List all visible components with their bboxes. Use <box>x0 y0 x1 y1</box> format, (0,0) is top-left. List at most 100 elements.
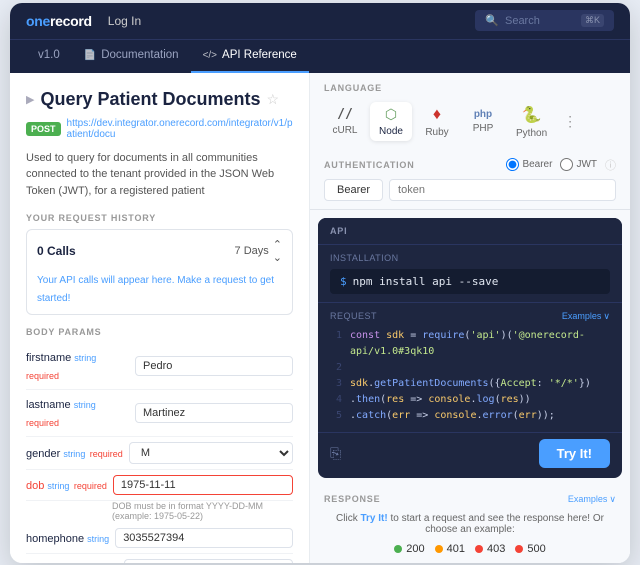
page-description: Used to query for documents in all commu… <box>26 150 293 200</box>
code-panel-header: API <box>318 218 622 245</box>
method-url-row: POST https://dev.integrator.onerecord.co… <box>26 118 293 140</box>
auth-input-row: Bearer <box>324 179 616 201</box>
chevron-down-icon: ∨ <box>603 311 610 322</box>
history-empty-text: Your API calls will appear here. Make a … <box>37 275 274 304</box>
more-langs-icon[interactable]: ⋮ <box>563 113 577 130</box>
calls-count: 0 Calls <box>37 244 76 258</box>
body-params-label: BODY PARAMS <box>26 327 293 337</box>
keyboard-hint: ⌘K <box>581 14 604 27</box>
prompt-icon: $ <box>340 275 347 288</box>
request-history: 0 Calls 7 Days ⌃⌄ Your API calls will ap… <box>26 229 293 315</box>
param-row-dob-wrapper: dob string required DOB must be in forma… <box>26 470 293 521</box>
installation-section: INSTALLATION $ npm install api --save <box>318 245 622 303</box>
install-cmd-text: npm install api --save <box>353 275 499 288</box>
nav-api[interactable]: </> API Reference <box>191 39 309 73</box>
code-footer: ⎘ Try It! <box>318 432 622 474</box>
param-row-lastname: lastname string required <box>26 390 293 437</box>
response-section: RESPONSE Examples ∨ Click Try It! to sta… <box>310 486 630 563</box>
logo: onerecord <box>26 13 92 29</box>
history-header: 0 Calls 7 Days ⌃⌄ <box>37 238 282 264</box>
search-icon: 🔍 <box>485 14 499 27</box>
version-badge: v1.0 <box>26 39 72 73</box>
status-dot-500 <box>515 545 523 553</box>
favorite-icon[interactable]: ☆ <box>267 91 280 108</box>
param-input-streetaddress[interactable] <box>124 559 293 563</box>
lang-tab-curl[interactable]: // cURL <box>324 103 366 140</box>
param-input-dob[interactable] <box>113 475 293 495</box>
nav-docs[interactable]: 📄 Documentation <box>72 39 191 73</box>
response-label: RESPONSE <box>324 494 380 504</box>
status-badge-500[interactable]: 500 <box>515 543 545 555</box>
status-badge-403[interactable]: 403 <box>475 543 505 555</box>
param-row-dob: dob string required <box>26 470 293 501</box>
lang-tab-ruby[interactable]: ♦ Ruby <box>416 102 458 142</box>
copy-button[interactable]: ⎘ <box>330 445 341 462</box>
auth-label: AUTHENTICATION <box>324 160 415 170</box>
param-row-streetaddress: streetaddress string <box>26 554 293 563</box>
response-examples-link[interactable]: Examples ∨ <box>568 494 616 505</box>
try-it-button[interactable]: Try It! <box>539 439 610 468</box>
status-dot-200 <box>394 545 402 553</box>
status-badges: 200 401 403 500 <box>324 543 616 555</box>
endpoint-url: https://dev.integrator.onerecord.com/int… <box>67 118 293 140</box>
param-row-gender: gender string required M F <box>26 437 293 470</box>
top-navbar: onerecord Log In 🔍 ⌘K <box>10 3 630 39</box>
param-select-gender[interactable]: M F <box>129 442 293 464</box>
auth-jwt-radio[interactable]: JWT <box>560 158 597 171</box>
api-icon: </> <box>203 50 217 61</box>
response-hint: Click Try It! to start a request and see… <box>324 513 616 535</box>
auth-options: Bearer JWT ⓘ <box>506 157 616 173</box>
ruby-icon: ♦ <box>433 106 441 124</box>
param-row-firstname: firstname string required <box>26 343 293 390</box>
install-command: $ npm install api --save <box>330 269 610 294</box>
request-label: REQUEST <box>330 311 377 321</box>
dob-note: DOB must be in format YYYY-DD-MM(example… <box>112 501 293 521</box>
main-content: ▶ Query Patient Documents ☆ POST https:/… <box>10 73 630 563</box>
param-input-homephone[interactable] <box>115 528 293 548</box>
auth-token-input[interactable] <box>389 179 616 201</box>
status-badge-401[interactable]: 401 <box>435 543 465 555</box>
curl-icon: // <box>337 107 353 122</box>
lang-tab-python[interactable]: 🐍 Python <box>508 101 555 143</box>
chevron-icon: ⌃⌄ <box>273 238 282 264</box>
php-icon: php <box>474 109 492 120</box>
param-input-firstname[interactable] <box>135 356 293 376</box>
expand-icon[interactable]: ▶ <box>26 93 34 106</box>
sub-navbar: v1.0 📄 Documentation </> API Reference <box>10 39 630 73</box>
response-try-link[interactable]: Try It! <box>360 513 387 524</box>
language-tabs: // cURL ⬡ Node ♦ Ruby php PHP <box>324 101 616 143</box>
response-header-row: RESPONSE Examples ∨ <box>324 494 616 505</box>
status-badge-200[interactable]: 200 <box>394 543 424 555</box>
code-line-2: 2 <box>330 360 610 376</box>
param-row-homephone: homephone string <box>26 523 293 554</box>
code-line-3: 3 sdk.getPatientDocuments({Accept: '*/*'… <box>330 376 610 392</box>
status-dot-403 <box>475 545 483 553</box>
node-icon: ⬡ <box>385 106 397 123</box>
language-section: LANGUAGE // cURL ⬡ Node ♦ Ruby <box>310 73 630 151</box>
request-header-row: REQUEST Examples ∨ <box>330 311 610 322</box>
page-title: Query Patient Documents <box>40 89 260 110</box>
auth-info-icon: ⓘ <box>605 157 616 173</box>
install-label: INSTALLATION <box>330 253 610 263</box>
response-chevron-down-icon: ∨ <box>609 494 616 505</box>
python-icon: 🐍 <box>522 105 542 125</box>
method-badge: POST <box>26 122 61 136</box>
code-line-1: 1 const sdk = require('api')('@onerecord… <box>330 328 610 360</box>
param-input-lastname[interactable] <box>135 403 293 423</box>
request-section: REQUEST Examples ∨ 1 const sdk = require… <box>318 303 622 432</box>
page-title-row: ▶ Query Patient Documents ☆ <box>26 89 293 110</box>
days-selector[interactable]: 7 Days ⌃⌄ <box>235 238 282 264</box>
docs-icon: 📄 <box>84 50 96 61</box>
lang-tab-php[interactable]: php PHP <box>462 105 504 138</box>
status-dot-401 <box>435 545 443 553</box>
auth-header: AUTHENTICATION Bearer JWT ⓘ <box>324 157 616 173</box>
auth-bearer-button[interactable]: Bearer <box>324 179 383 201</box>
auth-bearer-radio[interactable]: Bearer <box>506 158 552 171</box>
lang-tab-node[interactable]: ⬡ Node <box>370 102 412 141</box>
left-panel: ▶ Query Patient Documents ☆ POST https:/… <box>10 73 310 563</box>
search-box[interactable]: 🔍 ⌘K <box>475 10 614 31</box>
auth-section: AUTHENTICATION Bearer JWT ⓘ Bearer <box>310 151 630 210</box>
login-button[interactable]: Log In <box>108 14 141 28</box>
search-input[interactable] <box>505 15 575 27</box>
examples-link[interactable]: Examples ∨ <box>562 311 610 322</box>
